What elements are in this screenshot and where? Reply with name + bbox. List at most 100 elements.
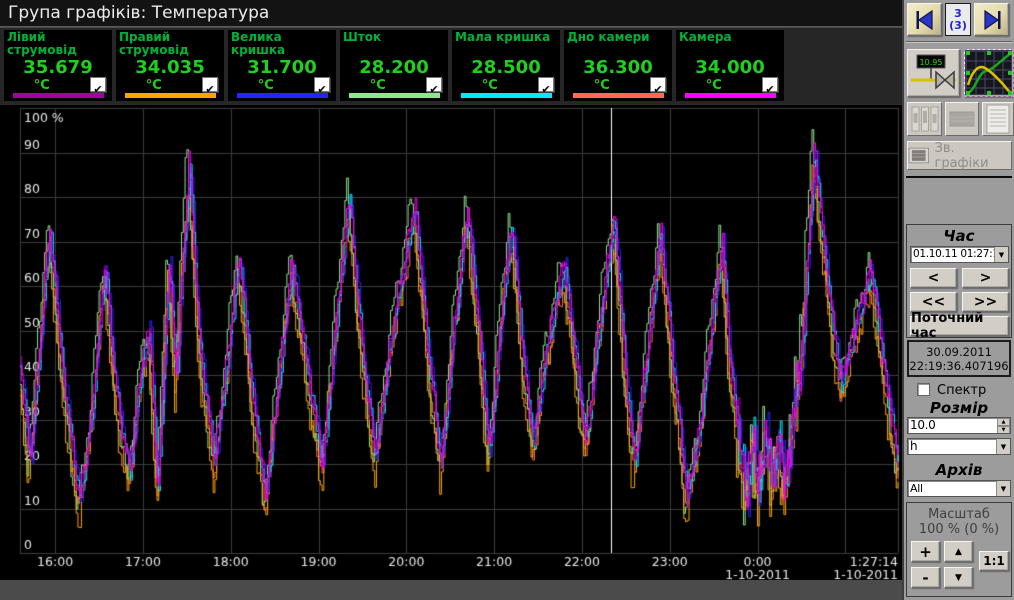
app-window: Група графіків: Температура Лівий струмо… xyxy=(0,0,1014,600)
channel-value: 36.300 xyxy=(564,59,672,77)
legend-channel-2[interactable]: Правий струмовід 34.035 °C ✔ xyxy=(116,30,224,101)
channel-name: Камера xyxy=(676,30,784,44)
spinner-buttons[interactable]: ▲ ▼ xyxy=(997,418,1010,433)
legend-channel-6[interactable]: Дно камери 36.300 °C ✔ xyxy=(564,30,672,101)
page-title: Група графіків: Температура xyxy=(0,0,902,27)
channel-value: 34.000 xyxy=(676,59,784,77)
linked-graphs-button[interactable]: Зв. графіки xyxy=(907,141,1012,170)
channel-visibility-checkbox[interactable]: ✔ xyxy=(314,77,330,92)
spectrum-checkbox[interactable] xyxy=(917,383,930,396)
channel-name: Лівий струмовід xyxy=(4,30,112,57)
channel-name: Велика кришка xyxy=(228,30,336,57)
time-panel-title: Час xyxy=(907,227,1011,245)
channel-legend: Лівий струмовід 35.679 °C ✔ Правий струм… xyxy=(0,28,902,104)
channel-value: 35.679 xyxy=(4,59,112,77)
trend-chart-panel xyxy=(0,104,902,580)
channel-visibility-checkbox[interactable]: ✔ xyxy=(202,77,218,92)
channel-color-bar xyxy=(125,93,216,98)
trend-chart-icon xyxy=(966,51,1012,95)
scale-value: 100 % (0 %) xyxy=(907,522,1011,537)
channel-value: 28.500 xyxy=(452,59,560,77)
time-step-back-button[interactable]: < xyxy=(910,268,957,288)
size-value: 10.0 xyxy=(908,418,1010,433)
page-number: 3 xyxy=(954,8,962,20)
channel-unit: °C xyxy=(452,78,528,93)
divider xyxy=(906,41,1012,43)
archive-dropdown[interactable]: All ▼ xyxy=(907,480,1011,497)
legend-channel-5[interactable]: Мала кришка 28.500 °C ✔ xyxy=(452,30,560,101)
trend-canvas[interactable] xyxy=(0,105,902,581)
channel-value: 34.035 xyxy=(116,59,224,77)
shift-down-button[interactable]: ▼ xyxy=(944,567,973,588)
mnemonic-view-button[interactable]: 10.95 xyxy=(907,49,960,97)
shift-up-button[interactable]: ▲ xyxy=(944,541,973,562)
channel-visibility-checkbox[interactable]: ✔ xyxy=(426,77,442,92)
page-total: (3) xyxy=(949,20,967,32)
channel-color-bar xyxy=(461,93,552,98)
divider xyxy=(906,176,1012,178)
dropdown-button[interactable]: ▼ xyxy=(994,247,1008,262)
current-time-button[interactable]: Поточний час xyxy=(910,316,1009,336)
zoom-in-button[interactable]: + xyxy=(911,541,940,562)
channel-visibility-checkbox[interactable]: ✔ xyxy=(538,77,554,92)
spin-up-icon[interactable]: ▲ xyxy=(997,418,1010,426)
channel-unit: °C xyxy=(4,78,80,93)
legend-channel-3[interactable]: Велика кришка 31.700 °C ✔ xyxy=(228,30,336,101)
channel-name: Правий струмовід xyxy=(116,30,224,57)
cursor-time: 22:19:36.407196 xyxy=(909,359,1008,373)
channel-color-bar xyxy=(237,93,328,98)
svg-text:10.95: 10.95 xyxy=(920,58,943,67)
arrow-right-icon xyxy=(980,8,1004,32)
time-page-back-button[interactable]: << xyxy=(910,292,957,312)
chevron-down-icon: ▼ xyxy=(1001,443,1006,451)
chevron-down-icon: ▼ xyxy=(999,251,1004,259)
channel-color-bar xyxy=(349,93,440,98)
spectrum-label: Спектр xyxy=(937,383,986,398)
channel-color-bar xyxy=(573,93,664,98)
scale-panel: Масштаб 100 % (0 %) + ▲ 1:1 - ▼ xyxy=(906,502,1012,597)
prev-page-button[interactable] xyxy=(907,3,942,36)
report-view-button[interactable] xyxy=(982,102,1014,136)
cursor-datetime-display: 30.09.2011 22:19:36.407196 xyxy=(907,340,1011,377)
linked-graphs-label: Зв. графіки xyxy=(934,141,1011,171)
size-unit-dropdown[interactable]: h ▼ xyxy=(907,438,1011,455)
linked-graphs-icon xyxy=(908,147,929,164)
channel-color-bar xyxy=(13,93,104,98)
faders-view-button[interactable] xyxy=(907,102,942,136)
cursor-date: 30.09.2011 xyxy=(926,345,992,359)
channel-visibility-checkbox[interactable]: ✔ xyxy=(90,77,106,92)
archive-title: Архів xyxy=(904,461,1014,479)
channel-name: Шток xyxy=(340,30,448,44)
legend-channel-7[interactable]: Камера 34.000 °C ✔ xyxy=(676,30,784,101)
faders-icon xyxy=(910,105,940,133)
channel-value: 31.700 xyxy=(228,59,336,77)
size-spinner[interactable]: 10.0 ▲ ▼ xyxy=(907,417,1011,434)
channel-unit: °C xyxy=(340,78,416,93)
time-page-forward-button[interactable]: >> xyxy=(962,292,1009,312)
time-combobox[interactable]: 01.10.11 01:27:14 ▼ xyxy=(910,246,1009,263)
trend-view-button[interactable] xyxy=(964,49,1014,97)
channel-visibility-checkbox[interactable]: ✔ xyxy=(650,77,666,92)
channel-unit: °C xyxy=(228,78,304,93)
legend-channel-4[interactable]: Шток 28.200 °C ✔ xyxy=(340,30,448,101)
size-unit-value: h xyxy=(908,439,1010,454)
channel-visibility-checkbox[interactable]: ✔ xyxy=(762,77,778,92)
mnemonic-icon: 10.95 xyxy=(909,51,958,95)
archive-value: All xyxy=(908,481,1010,496)
legend-channel-1[interactable]: Лівий струмовід 35.679 °C ✔ xyxy=(4,30,112,101)
dropdown-button[interactable]: ▼ xyxy=(996,439,1010,454)
zoom-out-button[interactable]: - xyxy=(911,567,940,588)
table-icon xyxy=(948,107,976,131)
page-indicator: 3 (3) xyxy=(945,3,971,36)
time-step-forward-button[interactable]: > xyxy=(962,268,1009,288)
next-page-button[interactable] xyxy=(974,3,1009,36)
channel-color-bar xyxy=(685,93,776,98)
table-view-button[interactable] xyxy=(945,102,979,136)
one-to-one-button[interactable]: 1:1 xyxy=(979,551,1009,571)
time-panel: Час 01.10.11 01:27:14 ▼ < > << >> Поточн… xyxy=(906,224,1012,338)
spin-down-icon[interactable]: ▼ xyxy=(997,426,1010,434)
dropdown-button[interactable]: ▼ xyxy=(996,481,1010,496)
channel-unit: °C xyxy=(116,78,192,93)
channel-unit: °C xyxy=(564,78,640,93)
size-title: Розмір xyxy=(904,399,1014,417)
